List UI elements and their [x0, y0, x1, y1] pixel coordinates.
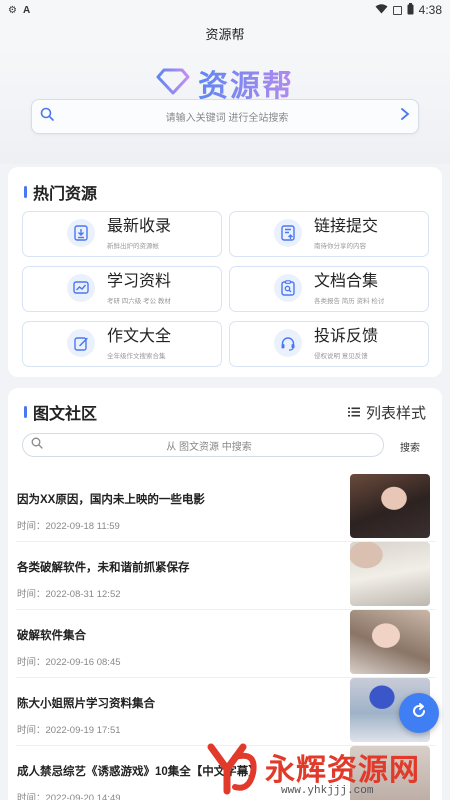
community-title: 图文社区 — [24, 400, 97, 424]
diamond-icon — [156, 67, 190, 100]
post-time: 时间：2022-09-18 11:59 — [17, 521, 120, 532]
tile-feedback[interactable]: 投诉反馈侵权说明 意见反馈 — [229, 321, 429, 367]
post-title: 因为XX原因，国内未上映的一些电影 — [17, 494, 205, 506]
hot-resources-card: 热门资源 最新收录新鲜出炉的资源帐 链接提交南待你分享的内容 学习资料考研 四六… — [8, 167, 442, 377]
tile-subtitle: 侵权说明 意见反馈 — [314, 353, 368, 360]
tile-name: 最新收录 — [107, 218, 172, 235]
title-accent-bar — [24, 406, 27, 418]
tile-document-collection[interactable]: 文档合集各类报告 简历 资料 检讨 — [229, 266, 429, 312]
post-title: 陈大小姐照片学习资料集合 — [17, 698, 155, 710]
tile-name: 文档合集 — [314, 273, 379, 290]
chevron-right-icon[interactable] — [400, 107, 410, 126]
post-item[interactable]: 破解软件集合 时间：2022-09-16 08:45 — [16, 610, 436, 678]
tile-subtitle: 新鲜出炉的资源帐 — [107, 243, 159, 250]
tile-subtitle: 全年级作文搜索合集 — [107, 353, 166, 360]
tile-name: 投诉反馈 — [314, 328, 379, 345]
post-thumbnail — [350, 474, 430, 538]
logo: 资源帮 — [0, 66, 450, 103]
upload-doc-icon — [274, 219, 302, 247]
post-item[interactable]: 因为XX原因，国内未上映的一些电影 时间：2022-09-18 11:59 — [16, 474, 436, 542]
app-bar: 资源帮 — [0, 20, 450, 46]
download-doc-icon — [67, 219, 95, 247]
post-time: 时间：2022-09-19 17:51 — [17, 725, 121, 736]
battery-icon — [407, 2, 414, 18]
search-icon — [31, 436, 43, 454]
page-title: 资源帮 — [205, 26, 245, 42]
community-search-input[interactable]: 从 图文资源 中搜索 — [43, 438, 375, 453]
list-style-label: 列表样式 — [365, 404, 426, 422]
hot-resources-grid: 最新收录新鲜出炉的资源帐 链接提交南待你分享的内容 学习资料考研 四六级 考公 … — [22, 211, 429, 367]
title-accent-bar — [24, 186, 27, 198]
watermark: 永辉资源网 www.yhkjjj.com — [205, 742, 450, 800]
community-card: 图文社区 列表样式 从 图文资源 中搜索 搜索 因为XX原因，国内未上映的一些电… — [8, 388, 442, 800]
post-item[interactable]: 陈大小姐照片学习资料集合 时间：2022-09-19 17:51 — [16, 678, 436, 746]
global-search-input[interactable]: 请输入关键词 进行全站搜索 — [54, 109, 400, 124]
sim-icon — [392, 5, 402, 15]
community-header: 图文社区 列表样式 — [24, 400, 426, 424]
watermark-logo-icon — [205, 743, 261, 800]
chart-icon — [67, 274, 95, 302]
edit-icon — [67, 329, 95, 357]
post-thumbnail — [350, 610, 430, 674]
headset-icon — [274, 329, 302, 357]
search-icon — [40, 107, 54, 126]
tile-study-materials[interactable]: 学习资料考研 四六级 考公 教材 — [22, 266, 222, 312]
document-search-icon — [274, 274, 302, 302]
tile-name: 学习资料 — [107, 273, 172, 290]
status-time: 4:38 — [418, 3, 442, 17]
tile-name: 作文大全 — [107, 328, 172, 345]
status-bar: ⚙ A 4:38 — [0, 0, 450, 20]
global-search-bar[interactable]: 请输入关键词 进行全站搜索 — [31, 99, 419, 134]
post-time: 时间：2022-09-16 08:45 — [17, 657, 121, 668]
post-time: 时间：2022-08-31 12:52 — [17, 589, 121, 600]
tile-subtitle: 南待你分享的内容 — [314, 243, 366, 250]
refresh-button[interactable] — [399, 693, 439, 733]
hot-resources-title: 热门资源 — [24, 180, 97, 204]
notification-icon: ⚙ — [8, 4, 17, 16]
post-thumbnail — [350, 542, 430, 606]
tile-essays[interactable]: 作文大全全年级作文搜索合集 — [22, 321, 222, 367]
post-item[interactable]: 各类破解软件，未和谐前抓紧保存 时间：2022-08-31 12:52 — [16, 542, 436, 610]
post-time: 时间：2022-09-20 14:49 — [17, 793, 121, 800]
post-title: 各类破解软件，未和谐前抓紧保存 — [17, 562, 190, 574]
tile-name: 链接提交 — [314, 218, 379, 235]
tile-latest[interactable]: 最新收录新鲜出炉的资源帐 — [22, 211, 222, 257]
tile-subtitle: 各类报告 简历 资料 检讨 — [314, 298, 385, 305]
list-icon — [347, 404, 360, 421]
list-style-toggle[interactable]: 列表样式 — [347, 402, 426, 423]
search-button[interactable]: 搜索 — [400, 439, 420, 454]
post-title: 破解软件集合 — [17, 630, 86, 642]
watermark-url: www.yhkjjj.com — [281, 785, 374, 797]
wifi-icon — [375, 3, 388, 17]
tile-submit-link[interactable]: 链接提交南待你分享的内容 — [229, 211, 429, 257]
watermark-text: 永辉资源网 — [265, 754, 420, 787]
refresh-icon — [409, 701, 429, 726]
tile-subtitle: 考研 四六级 考公 教材 — [107, 298, 171, 305]
community-search-bar[interactable]: 从 图文资源 中搜索 — [22, 433, 384, 457]
app-notification-icon: A — [22, 4, 31, 16]
